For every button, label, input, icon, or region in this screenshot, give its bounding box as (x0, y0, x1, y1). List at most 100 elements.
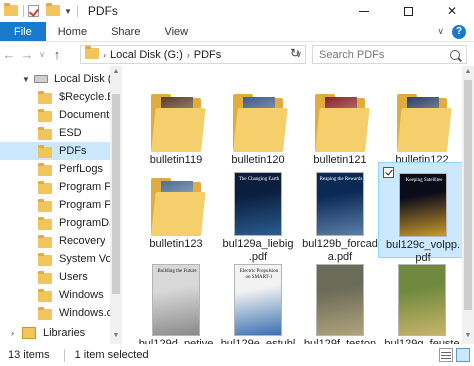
search-icon (450, 49, 460, 60)
sidebar-item-label: Program Files (59, 199, 110, 211)
minimize-button[interactable] (342, 0, 386, 22)
tab-view[interactable]: View (152, 22, 200, 41)
pdf-cover-title: Building the Future (157, 269, 197, 274)
sidebar-scrollbar[interactable]: ▲ ▼ (110, 66, 122, 344)
file-list: bulletin119 bulletin120 bulletin121 bulleti… (124, 66, 462, 344)
item-checkbox[interactable] (383, 167, 394, 178)
close-button[interactable]: ✕ (430, 0, 474, 22)
file-item[interactable]: Building the Futurebul129d_petivell (132, 262, 220, 344)
tab-share[interactable]: Share (99, 22, 152, 41)
folder-icon (38, 180, 52, 194)
up-button[interactable]: ↑ (48, 47, 66, 62)
sidebar-item-label: Windows (59, 289, 104, 301)
new-folder-icon[interactable] (46, 3, 60, 18)
status-divider (63, 348, 65, 362)
search-box[interactable]: Search PDFs (312, 45, 467, 64)
maximize-button[interactable] (386, 0, 430, 22)
sidebar-item[interactable]: ▼ Local Disk (G:) (0, 70, 110, 88)
sidebar-item[interactable]: Users (0, 268, 110, 286)
pdf-cover-thumbnail: Electric Propulsion on SMART-1 (234, 264, 282, 336)
window-title: PDFs (87, 4, 118, 18)
drive-icon (34, 75, 48, 83)
customize-quick-access-icon[interactable]: ▼ (64, 7, 72, 16)
pdf-cover-thumbnail: Building the Future (152, 264, 200, 336)
sidebar-item[interactable]: Windows.old (0, 304, 110, 322)
file-name: bulletin123 (149, 238, 203, 250)
file-item[interactable]: bulletin119 (132, 78, 220, 174)
folder-icon (397, 94, 452, 152)
sidebar-item[interactable]: System Volum (0, 250, 110, 268)
details-view-button[interactable] (439, 348, 453, 362)
pdf-cover-thumbnail: The Changing Earth (234, 172, 282, 236)
search-input[interactable]: Search PDFs (319, 49, 450, 61)
file-item[interactable]: bulletin123 (132, 162, 220, 258)
content-scrollbar[interactable]: ▲ ▼ (462, 66, 474, 344)
sidebar-item-label: ESD (59, 127, 82, 139)
large-icons-view-button[interactable] (456, 348, 470, 362)
file-name: bul129a_liebig .pdf (222, 238, 294, 263)
folder-icon (38, 270, 52, 284)
forward-button[interactable]: → (18, 47, 36, 62)
file-item[interactable]: bulletin122 (378, 78, 462, 174)
sidebar-item[interactable]: ESD (0, 124, 110, 142)
expand-arrow-icon[interactable]: ▼ (22, 75, 30, 84)
file-item[interactable]: Reaping the Rewards bul129b_forcad a.pdf (296, 162, 384, 263)
tab-home[interactable]: Home (46, 22, 99, 41)
folder-icon (38, 162, 52, 176)
sidebar-item-label: System Volum (59, 253, 110, 265)
help-icon[interactable]: ? (452, 24, 466, 39)
sidebar-item[interactable]: ProgramData (0, 214, 110, 232)
sidebar-item[interactable]: Documents ar (0, 106, 110, 124)
sidebar-item-label: Local Disk (G:) (54, 73, 110, 85)
sidebar-item[interactable]: Windows (0, 286, 110, 304)
folder-icon (38, 252, 52, 266)
chevron-right-icon: › (103, 49, 106, 60)
sidebar-item[interactable]: PDFs (0, 142, 110, 160)
folder-icon (4, 3, 18, 18)
scroll-up-icon[interactable]: ▲ (462, 68, 474, 75)
sidebar-item[interactable]: PerfLogs (0, 160, 110, 178)
sidebar-item-label: Windows.old (59, 307, 110, 319)
back-button[interactable]: ← (0, 47, 18, 62)
folder-icon (233, 94, 288, 152)
sidebar-item[interactable]: $Recycle.Bin (0, 88, 110, 106)
file-item[interactable]: bul129g_feustel.p (378, 262, 462, 344)
breadcrumb-drive[interactable]: Local Disk (G:) (110, 49, 183, 61)
tab-file[interactable]: File (0, 22, 46, 41)
scroll-down-icon[interactable]: ▼ (110, 332, 122, 339)
sidebar-item[interactable]: Recovery (0, 232, 110, 250)
refresh-icon[interactable]: ↻ (290, 46, 300, 60)
breadcrumb-pdfs[interactable]: PDFs (194, 49, 222, 61)
toolbar-divider (23, 5, 24, 17)
sidebar-item[interactable]: Program Files (0, 178, 110, 196)
folder-icon (151, 94, 206, 152)
scroll-down-icon[interactable]: ▼ (462, 332, 474, 339)
content-scroll-thumb[interactable] (464, 80, 472, 310)
sidebar-scroll-thumb[interactable] (112, 94, 120, 294)
sidebar-item-label: Recovery (59, 235, 106, 247)
properties-icon[interactable] (28, 4, 42, 18)
pdf-cover-thumbnail (398, 264, 446, 336)
address-bar[interactable]: › Local Disk (G:) › PDFs ∨ (80, 45, 306, 64)
sidebar-item[interactable]: Program Files (0, 196, 110, 214)
folder-icon (38, 144, 52, 158)
scroll-up-icon[interactable]: ▲ (110, 68, 122, 75)
sidebar-item-label: PerfLogs (59, 163, 104, 175)
sidebar-item-label: Program Files (59, 181, 110, 193)
sidebar-item-label: PDFs (59, 145, 87, 157)
item-count: 13 items (8, 349, 50, 361)
pdf-cover-thumbnail: Keeping Satellites (399, 173, 447, 237)
pdf-cover-title: Keeping Satellites (405, 178, 443, 183)
folder-icon (151, 178, 206, 236)
expand-ribbon-icon[interactable]: ∨ (437, 26, 444, 37)
expand-arrow-icon[interactable]: › (11, 328, 14, 338)
file-item[interactable]: bulletin120 (214, 78, 302, 174)
toolbar-divider (76, 5, 78, 17)
sidebar-item[interactable]: › Libraries (0, 324, 110, 342)
file-item[interactable]: The Changing Earth bul129a_liebig .pdf (214, 162, 302, 263)
file-item[interactable]: Keeping Satellites bul129c_volpp. pdf (378, 162, 462, 264)
file-item[interactable]: bul129f_teston.p (296, 262, 384, 344)
file-item[interactable]: Electric Propulsion on SMART-1 bul129e_es… (214, 262, 302, 344)
file-item[interactable]: bulletin121 (296, 78, 384, 174)
recent-locations-icon[interactable]: ∨ (36, 50, 48, 59)
